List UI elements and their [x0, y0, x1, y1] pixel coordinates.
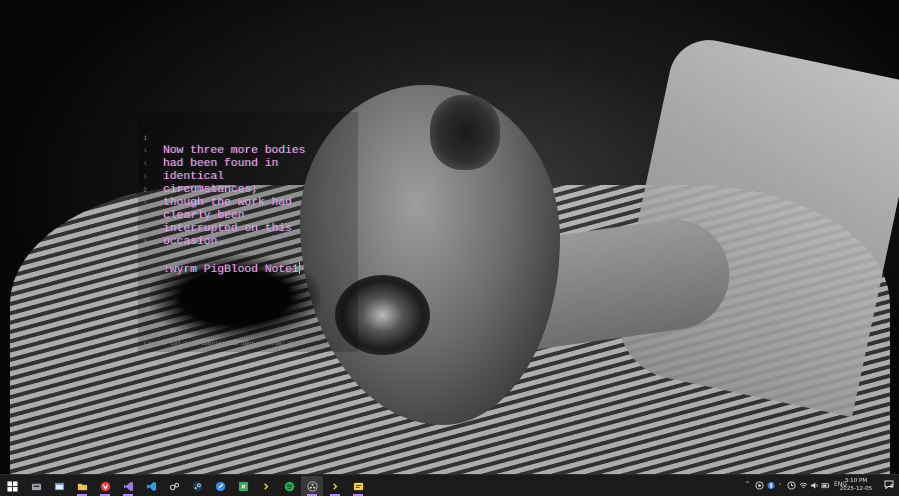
vivaldi-icon	[100, 481, 110, 491]
taskbar-terminal-window[interactable]	[48, 476, 70, 496]
taskbar-terminal-prompt-2[interactable]	[324, 476, 346, 496]
editor-line[interactable]: └ clearly been	[138, 184, 353, 222]
spotify-icon	[284, 481, 294, 491]
notification-center-button[interactable]: 6	[884, 478, 896, 492]
taskbar-vivaldi[interactable]	[94, 476, 116, 496]
taskbar-vscode[interactable]	[140, 476, 162, 496]
spreadsheet-icon	[238, 481, 248, 491]
taskbar-obs[interactable]	[301, 476, 323, 496]
notepad-icon	[353, 482, 363, 490]
network-icon	[169, 482, 179, 490]
taskbar-file-explorer[interactable]	[71, 476, 93, 496]
taskbar-notes-app[interactable]	[347, 476, 369, 496]
wifi-icon[interactable]	[799, 481, 808, 490]
steam-icon	[192, 481, 202, 491]
clock[interactable]: 3:10 PM 2025-12-05	[839, 477, 873, 493]
record-icon	[307, 481, 317, 491]
editor-line-active[interactable]: 4 :wyrm PigBlood Note1	[138, 236, 353, 276]
taskbar-spreadsheet[interactable]	[232, 476, 254, 496]
system-tray: ^ › ENG 3:10 PM 2025-12-05 6	[739, 475, 899, 496]
battery-icon[interactable]	[821, 481, 830, 490]
text-editor-overlay[interactable]: 1 Now three more bodies └ had been found…	[138, 112, 358, 352]
editor-line[interactable]: └ circumstances;	[138, 158, 353, 196]
vscode-icon	[146, 481, 156, 491]
editor-line[interactable]: └ had been found in	[138, 132, 353, 170]
clock-date: 2025-12-05	[839, 486, 873, 492]
taskbar-network-tool[interactable]	[163, 476, 185, 496]
line-text: :wyrm PigBlood Note1	[163, 262, 300, 277]
editor-line[interactable]: └ identical	[138, 145, 353, 183]
start-button[interactable]	[1, 476, 23, 496]
editor-line[interactable]: 3	[138, 223, 353, 246]
editor-line[interactable]: └ occasion.	[138, 210, 353, 248]
taskbar-file-manager[interactable]	[25, 476, 47, 496]
taskbar: ^ › ENG 3:10 PM 2025-12-05 6	[0, 474, 899, 496]
volume-icon[interactable]	[810, 481, 819, 490]
editor-line[interactable]: 2 though the work had	[138, 171, 353, 209]
visual-studio-icon	[123, 481, 133, 491]
folder-icon	[77, 483, 87, 490]
taskbar-steam[interactable]	[186, 476, 208, 496]
text-cursor	[298, 262, 300, 274]
editor-status-bar: Line 4, Col 21 | Courier New 18pt | Word…	[144, 340, 296, 347]
wallpaper-mouth	[430, 95, 500, 170]
prompt-icon	[332, 482, 337, 490]
taskbar-terminal-prompt[interactable]	[255, 476, 277, 496]
taskbar-pen-tool[interactable]	[209, 476, 231, 496]
editor-line[interactable]: └ interrupted on this	[138, 197, 353, 235]
desktop[interactable]: 1 Now three more bodies └ had been found…	[0, 0, 899, 474]
taskbar-spotify[interactable]	[278, 476, 300, 496]
line-number: 4	[143, 252, 147, 259]
prompt-icon	[263, 482, 268, 490]
editor-line[interactable]: 1 Now three more bodies	[138, 119, 353, 157]
tray-prompt-icon[interactable]: ›	[779, 479, 781, 491]
pen-icon	[215, 481, 225, 491]
show-hidden-icons-chevron[interactable]: ^	[745, 479, 750, 491]
drive-icon	[31, 483, 41, 490]
update-icon[interactable]	[787, 481, 796, 490]
clock-time: 3:10 PM	[844, 478, 868, 484]
command-text: :wyrm PigBlood Note1	[163, 264, 299, 276]
windows-logo-icon	[6, 480, 18, 492]
notification-count: 6	[890, 484, 894, 490]
bluetooth-icon[interactable]	[767, 481, 775, 490]
window-icon	[54, 482, 64, 490]
taskbar-visual-studio[interactable]	[117, 476, 139, 496]
vpn-icon[interactable]	[755, 481, 764, 490]
